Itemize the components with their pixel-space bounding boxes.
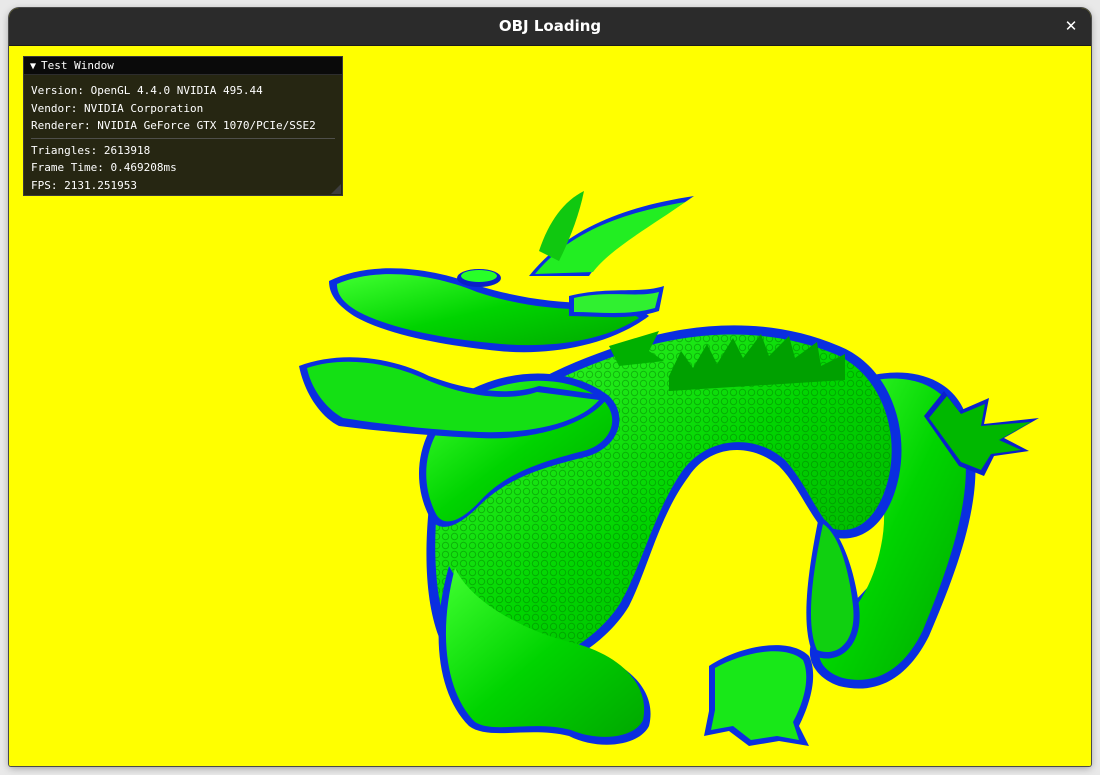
vendor-text: Vendor: NVIDIA Corporation [31, 101, 204, 115]
app-window: OBJ Loading ✕ ▼ Test Window Version: Ope… [9, 8, 1091, 766]
close-button[interactable]: ✕ [1059, 14, 1083, 38]
resize-grip-icon[interactable] [331, 184, 341, 194]
close-icon: ✕ [1064, 17, 1078, 35]
opengl-version-text: Version: OpenGL 4.4.0 NVIDIA 495.44 [31, 84, 263, 97]
dragon-icon [299, 191, 1039, 746]
panel-header[interactable]: ▼ Test Window [24, 57, 342, 75]
panel-body: Version: OpenGL 4.4.0 NVIDIA 495.44 Vend… [24, 75, 342, 194]
collapse-arrow-icon[interactable]: ▼ [30, 61, 36, 72]
fps-text: FPS: 2131.251953 [31, 178, 137, 192]
render-viewport[interactable]: ▼ Test Window Version: OpenGL 4.4.0 NVIDI… [9, 46, 1091, 766]
panel-title: Test Window [41, 59, 114, 72]
renderer-text: Renderer: NVIDIA GeForce GTX 1070/PCIe/S… [31, 119, 316, 132]
debug-panel[interactable]: ▼ Test Window Version: OpenGL 4.4.0 NVIDI… [23, 56, 343, 196]
triangles-text: Triangles: 2613918 [31, 143, 151, 157]
window-title: OBJ Loading [498, 17, 602, 35]
panel-separator [31, 137, 335, 139]
frame-time-text: Frame Time: 0.469208ms [31, 161, 177, 174]
title-bar[interactable]: OBJ Loading ✕ [9, 8, 1091, 46]
